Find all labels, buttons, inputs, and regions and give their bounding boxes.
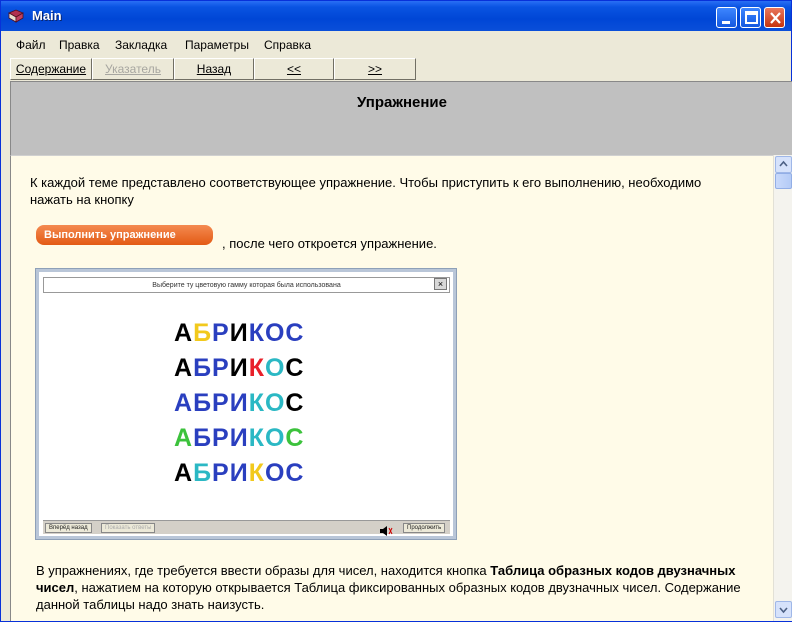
minimize-button[interactable] xyxy=(716,7,737,28)
color-letter: Р xyxy=(212,319,230,347)
color-letter: К xyxy=(248,389,265,417)
color-letter: О xyxy=(264,459,286,487)
menu-bar: Файл Правка Закладка Параметры Справка xyxy=(1,31,791,55)
color-letter: И xyxy=(229,389,249,417)
description-end: , нажатием на которую открывается Таблиц… xyxy=(36,580,741,612)
toolbar: Содержание Указатель Назад << >> xyxy=(10,58,792,80)
exercise-answers-button: Показать ответы xyxy=(101,523,156,533)
menu-file[interactable]: Файл xyxy=(16,38,46,52)
color-letter: А xyxy=(174,459,194,487)
color-letter: Р xyxy=(212,354,230,382)
exercise-continue-button: Продолжить xyxy=(403,523,446,533)
title-bar[interactable]: Main xyxy=(1,1,791,31)
menu-help[interactable]: Справка xyxy=(264,38,311,52)
color-letter: Б xyxy=(193,354,213,382)
back-button[interactable]: Назад xyxy=(174,58,254,80)
description-start: В упражнениях, где требуется ввести обра… xyxy=(36,563,487,578)
vertical-scrollbar[interactable] xyxy=(773,155,792,621)
exercise-close-icon: × xyxy=(434,278,447,290)
color-letter: Р xyxy=(212,424,230,452)
exercise-title: Выберите ту цветовую гамму которая была … xyxy=(43,277,450,293)
color-letter: И xyxy=(229,319,249,347)
color-letter: С xyxy=(285,389,305,417)
help-window: Main Файл Правка Закладка Параметры Спра… xyxy=(0,0,792,622)
color-word-2: АБРИКОС xyxy=(174,354,304,383)
color-letter: С xyxy=(285,354,305,382)
window-title: Main xyxy=(32,8,62,23)
prev-topic-button[interactable]: << xyxy=(254,58,334,80)
color-letter: О xyxy=(264,389,286,417)
table-description: В упражнениях, где требуется ввести обра… xyxy=(36,562,761,613)
close-button[interactable] xyxy=(764,7,785,28)
scroll-down-icon[interactable] xyxy=(775,601,792,618)
contents-button[interactable]: Содержание xyxy=(10,58,92,80)
color-letter: А xyxy=(174,319,194,347)
color-word-5: АБРИКОС xyxy=(174,459,304,488)
after-button-text: , после чего откроется упражнение. xyxy=(222,236,437,251)
close-icon xyxy=(770,12,781,24)
scroll-up-icon[interactable] xyxy=(775,156,792,173)
maximize-icon xyxy=(745,11,758,24)
color-letter: И xyxy=(229,424,249,452)
book-icon xyxy=(8,9,24,23)
menu-options[interactable]: Параметры xyxy=(185,38,249,52)
color-letter: Б xyxy=(193,319,213,347)
scroll-thumb[interactable] xyxy=(775,173,792,189)
color-letter: А xyxy=(174,389,194,417)
color-letter: О xyxy=(264,354,286,382)
color-word-4: АБРИКОС xyxy=(174,424,304,453)
next-topic-button[interactable]: >> xyxy=(334,58,416,80)
intro-text: К каждой теме представлено соответствующ… xyxy=(30,175,702,207)
color-letter: И xyxy=(229,354,249,382)
color-word-1: АБРИКОС xyxy=(174,319,304,348)
run-exercise-button[interactable]: Выполнить упражнение xyxy=(36,225,213,245)
color-letter: Б xyxy=(193,424,213,452)
exercise-bottom-bar: Вперёд назад Показать ответы Продолжить xyxy=(43,520,450,536)
menu-edit[interactable]: Правка xyxy=(59,38,100,52)
color-letter: И xyxy=(229,459,249,487)
color-letter: О xyxy=(264,319,286,347)
color-word-3: АБРИКОС xyxy=(174,389,304,418)
color-letter: А xyxy=(174,354,194,382)
menu-bookmark[interactable]: Закладка xyxy=(115,38,167,52)
minimize-icon xyxy=(722,21,730,24)
exercise-nav-button: Вперёд назад xyxy=(45,523,92,533)
color-letter: О xyxy=(264,424,286,452)
exercise-screenshot: Выберите ту цветовую гамму которая была … xyxy=(36,269,456,539)
color-letter: Р xyxy=(212,389,230,417)
color-letter: Б xyxy=(193,459,213,487)
index-button[interactable]: Указатель xyxy=(92,58,174,80)
color-letter: Б xyxy=(193,389,213,417)
color-letter: С xyxy=(285,459,305,487)
color-letter: К xyxy=(248,354,265,382)
color-letter: К xyxy=(248,424,265,452)
color-letter: К xyxy=(248,319,265,347)
color-letter: К xyxy=(248,459,265,487)
color-letter: С xyxy=(285,424,305,452)
page-title: Упражнение xyxy=(357,94,447,111)
speaker-icon xyxy=(379,523,393,536)
topic-header: Упражнение xyxy=(10,81,792,155)
maximize-button[interactable] xyxy=(740,7,761,28)
color-letter: С xyxy=(285,319,305,347)
topic-content: К каждой теме представлено соответствующ… xyxy=(10,155,773,621)
color-letter: А xyxy=(174,424,194,452)
color-letter: Р xyxy=(212,459,230,487)
